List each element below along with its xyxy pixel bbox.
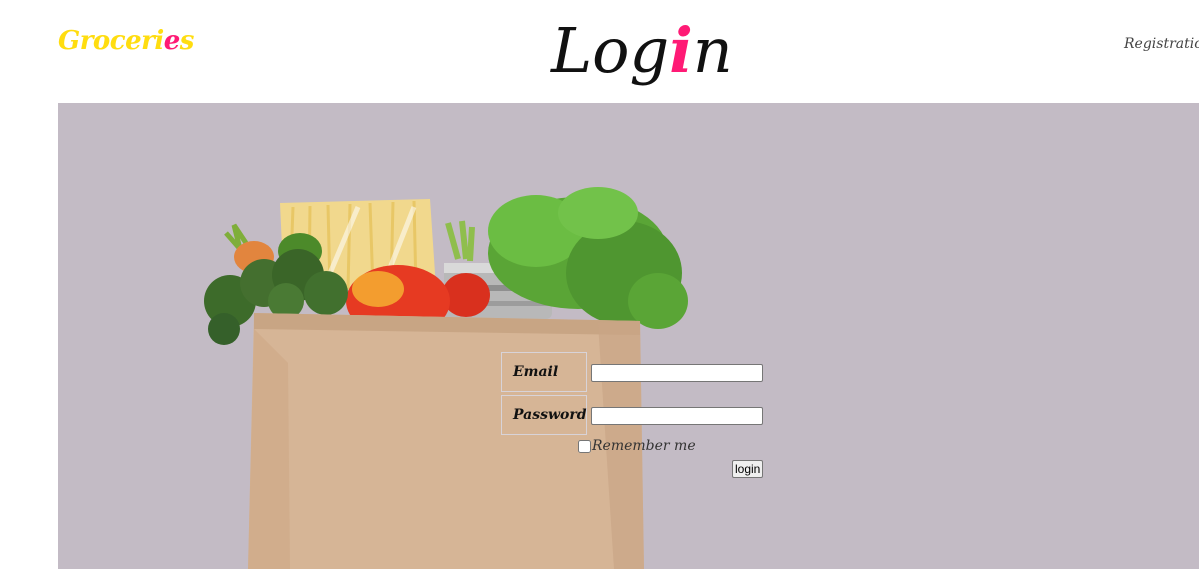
page-title: Login	[551, 8, 733, 94]
title-text-start: Log	[551, 14, 670, 87]
email-field[interactable]	[591, 364, 763, 382]
brand-text-end: s	[179, 26, 195, 56]
remember-me-checkbox[interactable]	[578, 439, 591, 453]
password-field[interactable]	[591, 407, 763, 425]
email-label: Email	[501, 352, 587, 392]
remember-me-label: Remember me	[592, 438, 696, 454]
brand-text-main: Groceri	[58, 26, 164, 56]
password-label: Password	[501, 395, 587, 435]
grocery-bag-illustration	[204, 187, 688, 569]
registration-link[interactable]: Registration	[1124, 36, 1199, 52]
title-text-accent: i	[669, 14, 693, 87]
remember-me-control[interactable]: Remember me	[578, 438, 696, 454]
brand-logo[interactable]: Groceries	[58, 26, 194, 56]
brand-text-accent: e	[163, 26, 181, 56]
title-text-end: n	[692, 14, 733, 87]
hero-image	[58, 103, 1199, 569]
login-page: Groceries Login Registration	[0, 0, 1199, 569]
login-button[interactable]: login	[732, 460, 764, 478]
